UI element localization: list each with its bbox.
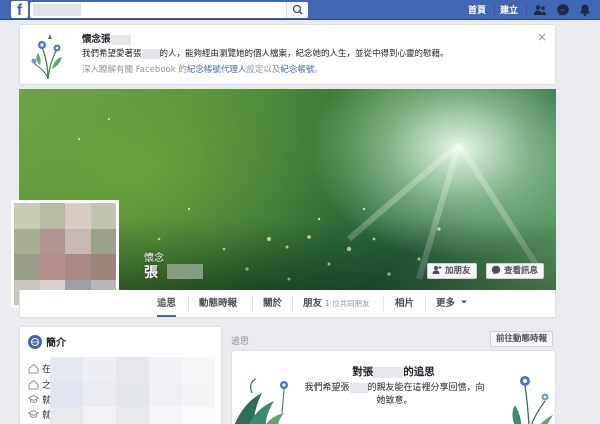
- message-label: 查看訊息: [504, 266, 539, 276]
- tributes-title-a: 對張: [352, 366, 374, 378]
- tab-about[interactable]: 關於: [263, 290, 282, 317]
- tab-memories[interactable]: 追思: [157, 290, 177, 317]
- nav-home[interactable]: 首頁: [468, 3, 486, 16]
- chevron-down-icon: [461, 300, 468, 304]
- learn-more-text-mid: 設定以及: [246, 65, 281, 75]
- mutual-friends-count: 1 位共同朋友: [325, 299, 370, 308]
- banner-body-text-b: 的人，能夠經由瀏覽她的個人檔案，紀念她的人生，並從中得到心靈的慰藉。: [159, 49, 449, 59]
- tab-divider: [252, 297, 253, 311]
- tab-divider: [425, 297, 426, 311]
- tributes-text-a: 我們希望張: [304, 383, 350, 393]
- intro-heading: 簡介: [28, 334, 66, 349]
- banner-body-text-a: 我們希望愛著張: [82, 49, 142, 59]
- memorial-banner: 懷念張 我們希望愛著張 的人，能夠經由瀏覽她的個人檔案，紀念她的人生，並從中得到心…: [19, 24, 556, 85]
- learn-more-text: 深入瞭解有關 Facebook 的: [82, 65, 187, 75]
- search-button[interactable]: [286, 2, 308, 18]
- nav-create[interactable]: 建立: [500, 3, 518, 16]
- graduation-cap-icon: [27, 409, 40, 418]
- avatar-pixel: [39, 203, 65, 229]
- avatar-pixel: [65, 203, 91, 229]
- tributes-description: 我們希望張 的親友能在這裡分享回憶，向她致意。: [302, 382, 487, 408]
- messenger-icon: [491, 265, 501, 275]
- friends-icon[interactable]: [533, 3, 547, 17]
- close-icon[interactable]: ×: [537, 31, 547, 43]
- nav-divider: [494, 4, 495, 16]
- tab-friends[interactable]: 朋友 1 位共同朋友: [303, 290, 370, 317]
- avatar-pixel: [14, 203, 40, 229]
- banner-body: 我們希望愛著張 的人，能夠經由瀏覽她的個人檔案，紀念她的人生，並從中得到心靈的慰藉…: [82, 47, 449, 59]
- redacted-name: [167, 264, 203, 279]
- tab-divider: [292, 297, 293, 311]
- redacted-name: [349, 382, 368, 393]
- intro-row-lives: 在: [28, 362, 51, 375]
- home-icon: [28, 363, 39, 374]
- tab-divider: [188, 297, 189, 311]
- banner-title: 懷念張: [82, 31, 131, 45]
- facebook-logo[interactable]: f: [11, 1, 28, 18]
- add-friend-label: 加朋友: [445, 266, 471, 276]
- messenger-icon[interactable]: [556, 3, 570, 17]
- tab-divider: [383, 297, 384, 311]
- intro-title: 簡介: [46, 338, 66, 349]
- nav-divider: [526, 4, 527, 16]
- message-button[interactable]: 查看訊息: [486, 263, 545, 279]
- flowers-illustration: [31, 34, 62, 80]
- search-icon: [292, 4, 303, 15]
- graduation-cap-icon: [27, 394, 40, 403]
- memorialized-accounts-link[interactable]: 紀念帳號: [280, 65, 314, 75]
- tributes-section-label: 追思: [231, 337, 250, 347]
- intro-redacted: [50, 357, 215, 424]
- avatar-pixel: [65, 254, 91, 280]
- intro-row-education: 就: [27, 408, 51, 421]
- plants-illustration: [234, 378, 288, 424]
- avatar-pixel: [14, 254, 40, 280]
- globe-icon: [28, 335, 42, 349]
- tributes-title-b: 的追思: [403, 366, 435, 378]
- avatar-pixel: [90, 228, 116, 254]
- search-input[interactable]: [30, 2, 308, 18]
- top-navigation-bar: f 首頁 建立: [0, 0, 600, 20]
- avatar-pixel: [39, 254, 65, 280]
- redacted-name: [110, 34, 131, 45]
- avatar-pixel: [14, 228, 40, 254]
- avatar-pixel: [90, 254, 116, 280]
- tab-photos[interactable]: 相片: [395, 290, 414, 317]
- go-to-timeline-button[interactable]: 前往動態時報: [490, 331, 554, 347]
- banner-learn-more: 深入瞭解有關 Facebook 的紀念帳號代理人設定以及紀念帳號。: [82, 63, 323, 75]
- tributes-card: 對張 的追思 我們希望張 的親友能在這裡分享回憶，向她致意。: [231, 350, 556, 424]
- tab-more[interactable]: 更多: [436, 290, 468, 317]
- profile-tabs: 追思 動態時報 關於 朋友 1 位共同朋友 相片 更多: [19, 290, 556, 318]
- intro-row-education: 就: [27, 393, 51, 406]
- profile-name[interactable]: 張: [144, 262, 158, 282]
- learn-more-text-end: 。: [314, 65, 323, 75]
- redacted-name: [373, 366, 404, 378]
- avatar-pixel: [65, 228, 91, 254]
- tab-more-label: 更多: [436, 298, 456, 309]
- legacy-contact-link[interactable]: 紀念帳號代理人: [187, 65, 247, 75]
- notifications-icon[interactable]: [578, 3, 592, 17]
- search-redacted: [33, 4, 81, 16]
- tab-friends-label: 朋友: [303, 298, 323, 309]
- flowers-illustration: [512, 376, 553, 424]
- home-icon: [28, 379, 39, 390]
- banner-title-text: 懷念張: [82, 34, 111, 45]
- redacted-name: [141, 48, 160, 59]
- tab-timeline[interactable]: 動態時報: [199, 290, 237, 317]
- intro-row-from: 之: [28, 378, 51, 391]
- avatar-pixel: [90, 203, 116, 229]
- add-friend-icon: [432, 266, 442, 274]
- intro-card: 簡介 在 之 就 就 就: [19, 326, 222, 424]
- tributes-text-b: 的親友能在這裡分享回憶，向她致意。: [367, 383, 485, 406]
- add-friend-button[interactable]: 加朋友: [427, 263, 477, 279]
- avatar-pixel: [39, 228, 65, 254]
